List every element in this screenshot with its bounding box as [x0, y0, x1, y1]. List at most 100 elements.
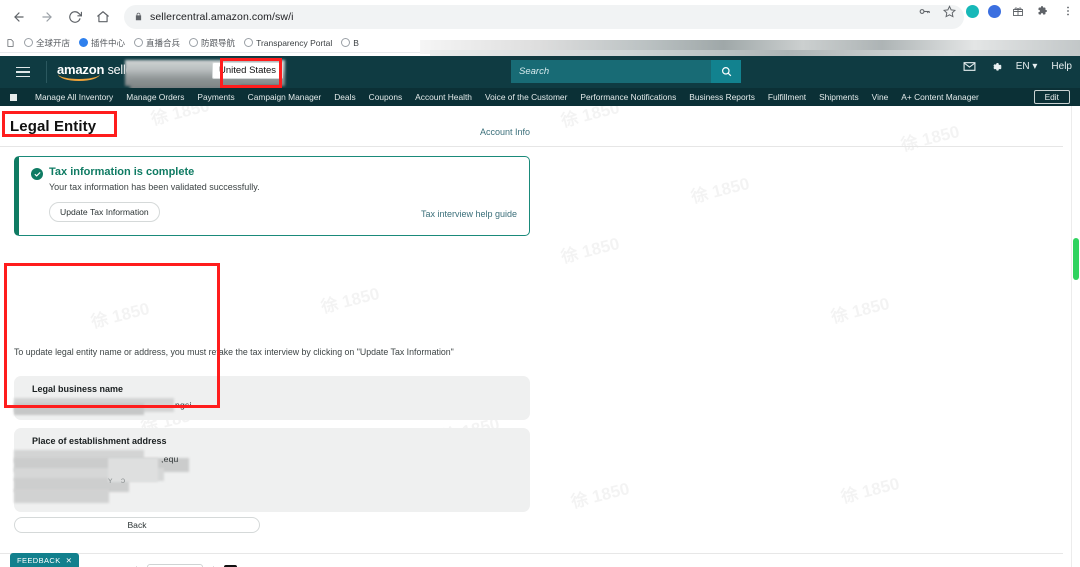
- globe-icon: [189, 38, 199, 47]
- watermark: 徐 1850: [558, 106, 622, 132]
- alert-subtitle: Your tax information has been validated …: [49, 182, 260, 192]
- bookmark-item-1[interactable]: 插件中心: [79, 37, 125, 49]
- footer-divider: [0, 553, 1063, 554]
- search-input[interactable]: [511, 60, 711, 83]
- search-button[interactable]: [711, 60, 741, 83]
- nav-item-fulfillment[interactable]: Fulfillment: [768, 92, 806, 102]
- watermark: 徐 1850: [148, 106, 212, 130]
- bookmark-label: Transparency Portal: [256, 37, 333, 48]
- language-label: EN: [1015, 61, 1030, 72]
- legal-business-name-value-fragment: ngsi: [175, 400, 192, 410]
- tax-interview-help-guide-link[interactable]: Tax interview help guide: [421, 209, 517, 219]
- nav-item-payments[interactable]: Payments: [197, 92, 234, 102]
- nav-item-deals[interactable]: Deals: [334, 92, 355, 102]
- watermark: 徐 1850: [318, 279, 382, 318]
- url-text: sellercentral.amazon.com/sw/i: [150, 10, 294, 23]
- bookmark-item-0[interactable]: 全球开店: [24, 37, 70, 49]
- watermark: 徐 1850: [88, 294, 152, 333]
- home-icon[interactable]: [90, 4, 116, 30]
- header-right-actions: EN ▾ Help: [963, 60, 1072, 73]
- nav-item-account-health[interactable]: Account Health: [415, 92, 472, 102]
- bookmark-item-5[interactable]: B: [341, 38, 359, 48]
- feedback-button[interactable]: FEEDBACK ✕: [10, 553, 80, 567]
- lock-icon: [134, 12, 143, 21]
- nav-item-shipments[interactable]: Shipments: [819, 92, 859, 102]
- nav-item-campaign-manager[interactable]: Campaign Manager: [248, 92, 322, 102]
- bookmark-label: B: [353, 37, 359, 48]
- edit-nav-button[interactable]: Edit: [1033, 90, 1070, 104]
- watermark: 徐 1850: [838, 469, 902, 508]
- home-square-icon[interactable]: [10, 93, 17, 101]
- nav-item-business-reports[interactable]: Business Reports: [689, 92, 755, 102]
- check-circle-icon: [31, 168, 43, 180]
- amazon-smile-icon: [58, 74, 100, 82]
- gift-icon[interactable]: [1010, 3, 1026, 19]
- legal-business-name-redaction-2: [14, 403, 144, 415]
- country-selector[interactable]: United States: [212, 62, 284, 79]
- nav-item-voice-of-the-customer[interactable]: Voice of the Customer: [485, 92, 567, 102]
- address-value-fragment-2: ʏ ɔ: [108, 475, 129, 485]
- globe-icon-blue: [79, 38, 89, 47]
- page-footer: Help Program Policies English a Download…: [0, 558, 1063, 567]
- navigation-buttons: [0, 4, 116, 30]
- bookmark-label: 直播合兵: [146, 37, 181, 48]
- extensions-puzzle-icon[interactable]: [1035, 3, 1051, 19]
- search-icon: [721, 67, 731, 77]
- nav-item-performance-notifications[interactable]: Performance Notifications: [580, 92, 676, 102]
- help-link[interactable]: Help: [1051, 61, 1072, 72]
- chevron-down-icon: ▾: [1032, 61, 1038, 72]
- update-hint-text: To update legal entity name or address, …: [14, 347, 454, 357]
- globe-icon: [244, 38, 254, 47]
- extension-icon-teal[interactable]: [966, 4, 979, 18]
- nav-item-manage-orders[interactable]: Manage Orders: [126, 92, 184, 102]
- bookmark-reading-list[interactable]: [6, 38, 15, 48]
- mail-icon[interactable]: [963, 60, 976, 73]
- bookmark-label: 全球开店: [36, 37, 71, 48]
- address-value-fragment: ,equ: [161, 454, 179, 464]
- title-divider: [0, 146, 1063, 147]
- alert-title: Tax information is complete: [49, 166, 195, 178]
- nav-item-coupons[interactable]: Coupons: [369, 92, 403, 102]
- bookmark-item-2[interactable]: 直播合兵: [134, 37, 180, 49]
- page-scrollbar-track[interactable]: [1071, 106, 1080, 567]
- bookmark-label: 防跟导航: [201, 37, 236, 48]
- reload-icon[interactable]: [62, 4, 88, 30]
- globe-icon: [134, 38, 144, 47]
- address-bar[interactable]: sellercentral.amazon.com/sw/i: [124, 4, 964, 29]
- watermark: 徐 1850: [828, 289, 892, 328]
- extension-icon-blue[interactable]: [988, 4, 1001, 18]
- nav-items: Manage All Inventory Manage Orders Payme…: [35, 92, 979, 102]
- bookmark-item-3[interactable]: 防跟导航: [189, 37, 235, 49]
- bookmark-item-4[interactable]: Transparency Portal: [244, 38, 332, 48]
- browser-window: sellercentral.amazon.com/sw/i 全球开店 插件中心 …: [0, 0, 1080, 567]
- header-divider: [46, 61, 47, 83]
- search-bar[interactable]: [511, 60, 741, 83]
- hamburger-menu-icon[interactable]: [6, 66, 40, 78]
- tax-status-alert: Tax information is complete Your tax inf…: [14, 156, 530, 236]
- feedback-label: FEEDBACK: [17, 556, 61, 565]
- nav-item-manage-all-inventory[interactable]: Manage All Inventory: [35, 92, 113, 102]
- page-scrollbar-thumb[interactable]: [1073, 238, 1079, 280]
- update-tax-information-button[interactable]: Update Tax Information: [49, 202, 160, 222]
- browser-toolbar-right: [916, 3, 1076, 19]
- account-info-link[interactable]: Account Info: [480, 127, 530, 137]
- bookmark-star-icon[interactable]: [941, 3, 957, 19]
- kebab-menu-icon[interactable]: [1060, 3, 1076, 19]
- page-content: 徐 1850 徐 1850 徐 1850 徐 1850 徐 1850 徐 185…: [0, 106, 1073, 567]
- password-key-icon[interactable]: [916, 3, 932, 19]
- forward-arrow-icon[interactable]: [34, 4, 60, 30]
- globe-icon: [341, 38, 351, 47]
- watermark: 徐 1850: [898, 117, 962, 156]
- nav-item-vine[interactable]: Vine: [872, 92, 889, 102]
- seller-central-nav: Manage All Inventory Manage Orders Payme…: [0, 88, 1080, 106]
- watermark: 徐 1850: [688, 169, 752, 208]
- close-icon[interactable]: ✕: [66, 556, 73, 565]
- back-arrow-icon[interactable]: [6, 4, 32, 30]
- watermark: 徐 1850: [558, 229, 622, 268]
- language-selector[interactable]: EN ▾: [1016, 61, 1038, 72]
- nav-item-a-plus-content-manager[interactable]: A+ Content Manager: [901, 92, 979, 102]
- browser-toolbar: sellercentral.amazon.com/sw/i: [0, 0, 1080, 33]
- page-title: Legal Entity: [10, 118, 97, 135]
- back-button[interactable]: Back: [14, 517, 260, 533]
- gear-icon[interactable]: [990, 61, 1002, 73]
